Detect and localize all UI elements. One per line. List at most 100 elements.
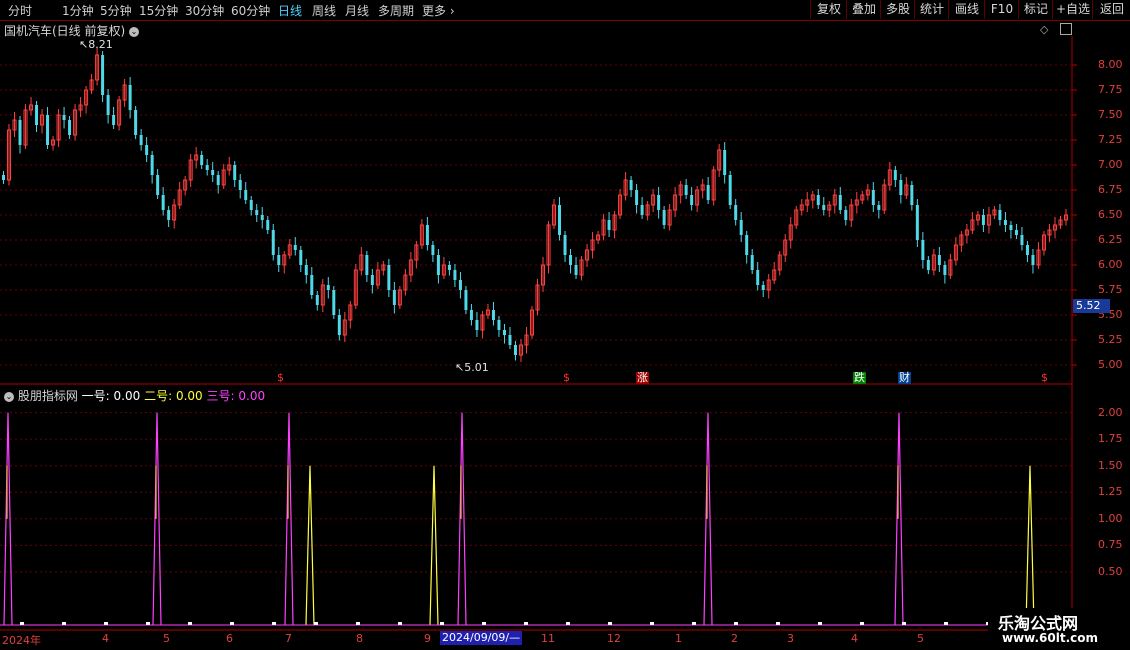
period-tab-monthly[interactable]: 月线	[345, 2, 369, 19]
add-watchlist-button[interactable]: +自选	[1052, 0, 1093, 19]
event-tag-dollar[interactable]: $	[562, 372, 571, 384]
candle-body	[739, 220, 743, 235]
candle-body	[1063, 214, 1068, 221]
candlestick	[167, 206, 171, 227]
period-tab-daily[interactable]: 日线	[278, 2, 302, 19]
candle-body	[574, 265, 578, 275]
candle-body	[183, 179, 188, 191]
candlestick	[541, 257, 546, 292]
y-tick-label: 7.50	[1098, 108, 1123, 121]
draw-button[interactable]: 画线	[948, 0, 985, 19]
candle-body	[255, 210, 259, 215]
period-tab-more[interactable]: 更多 ›	[422, 2, 455, 19]
candle-body	[7, 129, 12, 181]
candle-body	[645, 204, 650, 216]
candlestick	[810, 191, 815, 209]
candlestick	[1058, 216, 1063, 229]
candlestick	[783, 234, 788, 262]
period-tab-15min[interactable]: 15分钟	[139, 2, 178, 19]
candlestick	[205, 159, 209, 176]
x-label: 5	[163, 632, 170, 645]
candle-body	[40, 114, 45, 126]
candle-body	[816, 195, 820, 205]
candle-body	[502, 330, 506, 335]
candle-body	[1058, 219, 1063, 226]
period-tab-realtime[interactable]: 分时	[8, 2, 32, 19]
candle-body	[871, 190, 875, 205]
candle-body	[1020, 235, 1024, 245]
candle-body	[188, 159, 193, 181]
overlay-button[interactable]: 叠加	[846, 0, 881, 19]
candle-body	[172, 204, 177, 221]
candlestick	[887, 162, 892, 191]
candle-body	[1014, 230, 1018, 235]
indicator-name[interactable]: 股朋指标网	[18, 389, 78, 403]
candlestick	[392, 282, 396, 314]
candle-body	[854, 199, 859, 206]
event-tag-dollar[interactable]: $	[1040, 372, 1049, 384]
stats-button[interactable]: 统计	[914, 0, 949, 19]
candle-body	[623, 179, 628, 196]
candle-body	[167, 210, 171, 220]
indicator-dot	[314, 622, 318, 625]
candle-body	[1009, 225, 1013, 230]
candlestick	[546, 221, 551, 274]
period-tab-5min[interactable]: 5分钟	[100, 2, 132, 19]
event-tag-finance[interactable]: 财	[898, 372, 911, 384]
mark-button[interactable]: 标记	[1018, 0, 1053, 19]
candle-body	[959, 234, 964, 246]
candlestick	[777, 251, 782, 276]
candle-body	[579, 259, 584, 276]
candle-body	[485, 309, 490, 316]
chevron-down-icon[interactable]: ⌄	[4, 391, 14, 402]
candlestick	[854, 192, 859, 214]
event-tag-rise[interactable]: 涨	[636, 372, 649, 384]
indicator-dot	[692, 622, 696, 625]
chevron-down-icon[interactable]: ⌄	[129, 26, 140, 37]
brand-watermark: 乐淘公式网 www.60lt.com	[988, 608, 1130, 650]
diamond-icon[interactable]: ◇	[1040, 23, 1048, 36]
candlestick	[739, 212, 743, 242]
back-button[interactable]: 返回	[1092, 0, 1130, 19]
candlestick	[134, 106, 138, 139]
adjust-button[interactable]: 复权	[810, 0, 847, 19]
panel-toggle-icon[interactable]	[1060, 23, 1072, 35]
candle-body	[414, 244, 419, 261]
candle-body	[392, 290, 396, 305]
candlestick	[497, 316, 501, 337]
candlestick	[359, 247, 364, 276]
event-tag-dollar[interactable]: $	[276, 372, 285, 384]
candlestick	[618, 189, 623, 219]
period-tab-1min[interactable]: 1分钟	[62, 2, 94, 19]
multi-stock-button[interactable]: 多股	[880, 0, 915, 19]
y-tick-label: 7.75	[1098, 83, 1123, 96]
y-tick-label: 1.25	[1098, 485, 1123, 499]
period-tab-60min[interactable]: 60分钟	[231, 2, 270, 19]
period-tab-weekly[interactable]: 周线	[312, 2, 336, 19]
candle-body	[541, 264, 546, 286]
f10-button[interactable]: F10	[984, 0, 1019, 19]
candlestick	[101, 51, 105, 102]
candle-body	[844, 210, 848, 220]
candlestick	[1025, 241, 1029, 262]
candle-body	[35, 105, 39, 125]
period-toolbar: 分时 1分钟 5分钟 15分钟 30分钟 60分钟 日线 周线 月线 多周期 更…	[0, 0, 1130, 21]
candle-body	[62, 115, 66, 120]
candlestick	[877, 201, 881, 219]
candlestick	[849, 199, 854, 227]
candle-body	[134, 110, 138, 135]
x-label: 7	[285, 632, 292, 645]
candle-body	[832, 194, 837, 206]
candlestick	[844, 206, 848, 226]
event-tag-fall[interactable]: 跌	[853, 372, 866, 384]
candle-body	[453, 270, 457, 280]
candlestick	[964, 224, 969, 244]
y-tick-label: 0.75	[1098, 538, 1123, 552]
candle-body	[23, 109, 28, 146]
period-tab-30min[interactable]: 30分钟	[185, 2, 224, 19]
candlestick	[766, 274, 771, 299]
candlestick	[1003, 212, 1007, 232]
period-tab-multi[interactable]: 多周期	[378, 2, 414, 19]
candlestick	[320, 279, 325, 312]
candlestick	[745, 231, 749, 264]
